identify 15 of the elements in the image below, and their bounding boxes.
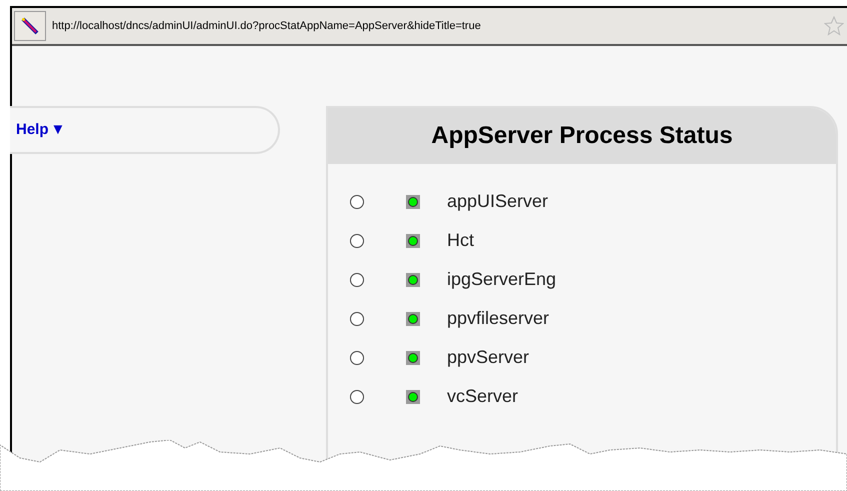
- radio-button[interactable]: [350, 272, 364, 286]
- process-name: appUIServer: [447, 190, 548, 213]
- help-menu[interactable]: Help▼: [16, 118, 66, 142]
- radio-button[interactable]: [350, 194, 364, 208]
- process-name: ppvfileserver: [447, 307, 550, 330]
- process-name: vcServer: [447, 385, 518, 408]
- radio-button[interactable]: [350, 390, 364, 404]
- radio-button[interactable]: [350, 234, 364, 248]
- process-name: ipgServerEng: [447, 268, 556, 291]
- radio-button[interactable]: [350, 312, 364, 326]
- panel-title: AppServer Process Status: [431, 121, 733, 151]
- radio-button[interactable]: [350, 350, 364, 364]
- star-icon[interactable]: [824, 16, 844, 36]
- process-name: Hct: [447, 229, 474, 252]
- process-name: ppvServer: [447, 346, 530, 369]
